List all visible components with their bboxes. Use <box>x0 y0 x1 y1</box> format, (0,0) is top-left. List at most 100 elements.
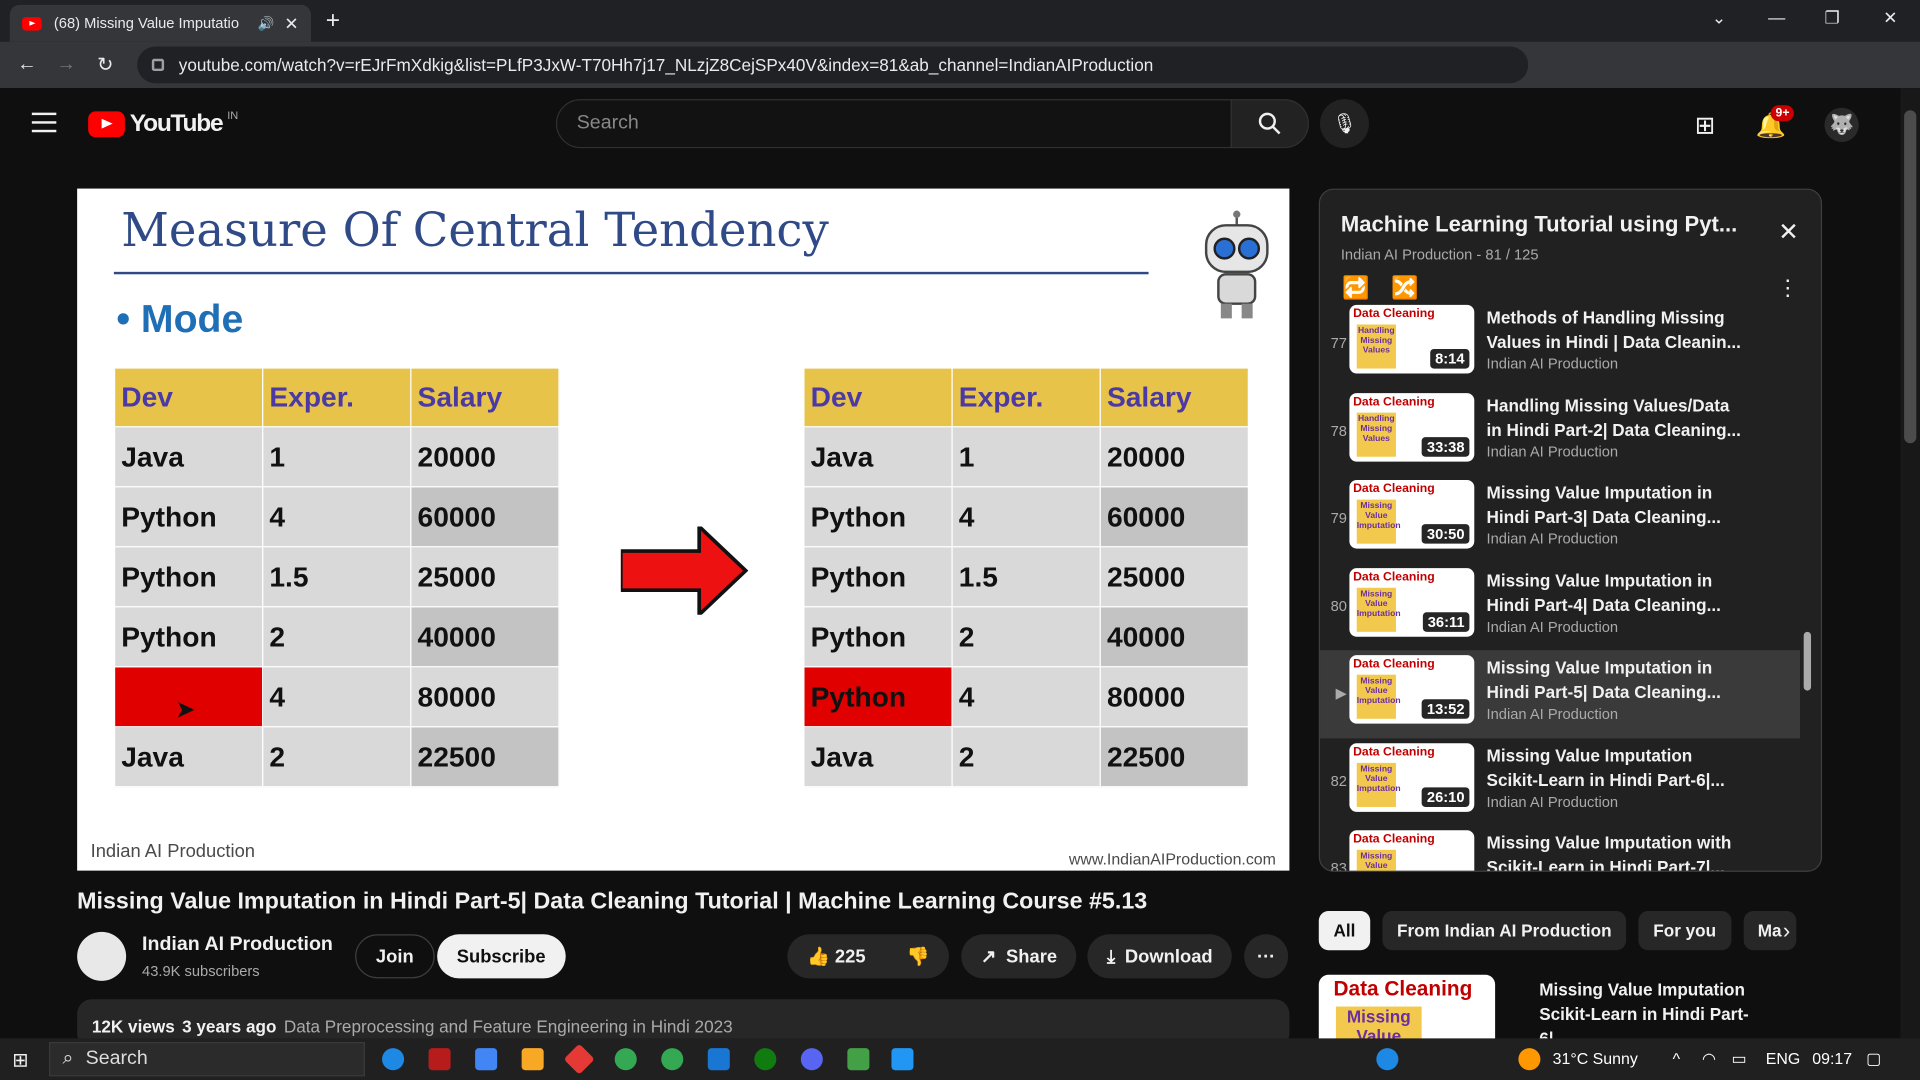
playlist-item-channel: Indian AI Production <box>1486 442 1619 460</box>
playlist-item[interactable]: 78 Data Cleaning Handling Missing Values 33… <box>1320 388 1800 476</box>
shuffle-icon[interactable]: 🔀 <box>1391 276 1418 302</box>
back-icon[interactable]: ← <box>7 54 46 76</box>
git-icon[interactable] <box>563 1043 595 1075</box>
playlist-item[interactable]: 83Data CleaningMissing Value Imputation M… <box>1320 825 1800 871</box>
table-row: Java 2 22500 <box>113 726 560 788</box>
edge-icon[interactable] <box>382 1048 405 1071</box>
forward-icon[interactable]: → <box>47 54 86 76</box>
like-button[interactable]: 👍 225 <box>807 945 866 968</box>
url-text: youtube.com/watch?v=rEJrFmXdkig&list=PLf… <box>178 55 1154 75</box>
create-video-icon[interactable]: ⊞ <box>1695 110 1716 141</box>
language-indicator[interactable]: ENG <box>1766 1049 1800 1067</box>
chevron-right-icon[interactable]: › <box>1783 918 1790 944</box>
account-avatar[interactable]: 🐺 <box>1824 107 1859 143</box>
battery-icon[interactable]: ▭ <box>1731 1049 1746 1069</box>
table-cell: 1.5 <box>262 546 412 608</box>
download-button[interactable]: ⤓ Download <box>1087 934 1233 979</box>
playlist-menu-icon[interactable]: ⋮ <box>1777 276 1799 302</box>
table-cell: 4 <box>262 486 412 548</box>
playlist-scrollbar[interactable] <box>1803 631 1812 691</box>
subscriber-count: 43.9K subscribers <box>142 962 260 980</box>
weather-text[interactable]: 31°C Sunny <box>1553 1049 1638 1067</box>
share-icon: ↗ <box>980 946 997 968</box>
youtube-logo[interactable]: YouTube IN <box>88 108 238 138</box>
minimize-icon[interactable]: — <box>1768 7 1785 27</box>
speaker-icon[interactable]: 🔊 <box>258 15 275 32</box>
close-playlist-icon[interactable]: ✕ <box>1778 217 1799 248</box>
help-icon[interactable] <box>1376 1048 1399 1071</box>
playlist-item[interactable]: 77 Data Cleaning Handling Missing Values 8:… <box>1320 300 1800 388</box>
search-button[interactable] <box>1230 99 1309 149</box>
channel-avatar[interactable] <box>77 931 127 981</box>
filter-chip[interactable]: From Indian AI Production <box>1382 911 1627 951</box>
robot-mascot-icon <box>1204 210 1269 319</box>
wifi-icon[interactable]: ◠ <box>1702 1049 1716 1069</box>
chrome-icon[interactable] <box>614 1048 637 1071</box>
playlist-item[interactable]: 80 Data Cleaning Missing Value Imputation 3… <box>1320 563 1800 651</box>
video-title: Missing Value Imputation in Hindi Part-5… <box>77 888 1148 915</box>
xbox-icon[interactable] <box>754 1048 777 1071</box>
playlist-item-title: Missing Value Imputation in Hindi Part-4… <box>1486 570 1721 615</box>
app3-icon[interactable] <box>847 1048 870 1071</box>
notification-center-icon[interactable]: ▢ <box>1866 1049 1881 1069</box>
hamburger-menu-icon[interactable] <box>31 112 57 139</box>
app2-icon[interactable] <box>707 1048 730 1071</box>
reload-icon[interactable]: ↻ <box>86 53 125 77</box>
filter-chip[interactable]: For you <box>1638 911 1731 951</box>
table-header: Dev <box>803 367 953 428</box>
join-button[interactable]: Join <box>355 934 435 979</box>
playlist-item[interactable]: 79 Data Cleaning Missing Value Imputation 3… <box>1320 475 1800 563</box>
table-cell: 2 <box>951 606 1101 668</box>
table-cell: 60000 <box>410 486 560 548</box>
store-icon[interactable] <box>475 1048 498 1071</box>
explorer-icon[interactable] <box>521 1048 544 1071</box>
restore-icon[interactable]: ❐ <box>1825 7 1840 28</box>
playlist-item[interactable]: ▶ Data Cleaning Missing Value Imputation 13… <box>1320 650 1801 738</box>
close-tab-icon[interactable]: ✕ <box>284 13 298 34</box>
right-data-table: Dev Exper. Salary Java 1 20000 Python 4 60000 Pyt… <box>803 367 1249 788</box>
slide-divider <box>113 271 1149 275</box>
table-cell: Python <box>803 666 953 728</box>
channel-name[interactable]: Indian AI Production <box>142 934 333 956</box>
new-tab-icon[interactable]: + <box>326 7 340 35</box>
playlist-thumbnail[interactable]: Data CleaningMissing Value Imputation <box>1349 830 1475 871</box>
app-icon[interactable] <box>428 1048 451 1071</box>
recommended-thumbnail[interactable]: Data Cleaning Missing Value <box>1318 974 1496 1049</box>
search-input[interactable]: Search <box>555 99 1232 149</box>
dislike-icon[interactable]: 👎 <box>907 945 930 968</box>
more-actions-icon[interactable]: ··· <box>1244 934 1289 979</box>
playlist-item-number: 80 <box>1330 596 1347 615</box>
share-button[interactable]: ↗ Share <box>961 934 1077 979</box>
discord-icon[interactable] <box>800 1048 823 1071</box>
video-player[interactable]: Measure Of Central Tendency • Mode Dev Ex… <box>77 188 1290 871</box>
url-field[interactable]: youtube.com/watch?v=rEJrFmXdkig&list=PLf… <box>137 46 1529 84</box>
search-icon <box>1258 112 1281 135</box>
loop-icon[interactable]: 🔁 <box>1342 276 1369 302</box>
table-header: Exper. <box>262 367 412 428</box>
playlist-thumbnail[interactable]: Data Cleaning Missing Value Imputation 30:… <box>1349 480 1475 549</box>
taskbar-search[interactable]: ⌕ Search <box>48 1042 365 1077</box>
subscribe-button[interactable]: Subscribe <box>437 934 566 979</box>
close-window-icon[interactable]: ✕ <box>1883 7 1897 28</box>
vscode-icon[interactable] <box>891 1048 914 1071</box>
playlist-title[interactable]: Machine Learning Tutorial using Pyt... <box>1341 212 1757 238</box>
filter-chip[interactable]: All <box>1318 911 1371 951</box>
playlist-thumbnail[interactable]: Data Cleaning Handling Missing Values 33:3… <box>1349 392 1475 462</box>
playlist-thumbnail[interactable]: Data Cleaning Missing Value Imputation 13:… <box>1349 655 1475 724</box>
voice-search-icon[interactable]: 🎙 <box>1320 99 1369 149</box>
playlist-thumbnail[interactable]: Data Cleaning Handling Missing Values 8:14 <box>1349 304 1475 374</box>
windows-start-icon[interactable]: ⊞ <box>12 1048 28 1072</box>
table-cell: Java <box>113 426 264 488</box>
table-row: Java 1 20000 <box>113 426 560 488</box>
playlist-thumbnail[interactable]: Data Cleaning Missing Value Imputation 36:… <box>1349 567 1475 637</box>
tab-search-icon[interactable]: ⌄ <box>1712 7 1726 28</box>
playlist-item[interactable]: 82 Data Cleaning Missing Value Imputation 2… <box>1320 738 1800 826</box>
playlist-thumbnail[interactable]: Data Cleaning Missing Value Imputation 26:… <box>1349 742 1475 812</box>
chrome-profile-icon[interactable] <box>661 1048 684 1071</box>
table-row: Python 2 40000 <box>803 606 1249 668</box>
browser-tab[interactable]: (68) Missing Value Imputatio 🔊 ✕ <box>9 4 312 42</box>
page-scrollbar[interactable] <box>1900 88 1920 1039</box>
mouse-cursor-icon: ➤ <box>175 696 196 724</box>
tray-chevron-icon[interactable]: ^ <box>1673 1049 1680 1067</box>
clock[interactable]: 09:17 <box>1812 1049 1852 1067</box>
